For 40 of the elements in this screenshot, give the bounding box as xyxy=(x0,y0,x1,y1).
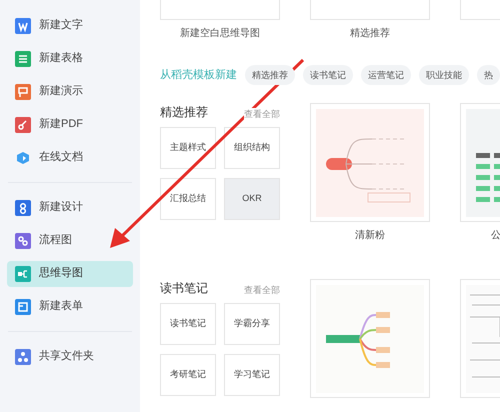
category-tile[interactable]: 考研笔记 xyxy=(160,354,216,396)
design-icon xyxy=(15,200,31,216)
section-heading: 从稻壳模板新建 xyxy=(160,68,237,83)
category-tile[interactable]: 学习笔记 xyxy=(224,354,280,396)
form-icon xyxy=(15,298,31,314)
section-title: 读书笔记 xyxy=(160,280,208,297)
category-chip[interactable]: 精选推荐 xyxy=(245,65,295,85)
flowchart-icon xyxy=(15,232,31,248)
category-chip[interactable]: 职业技能 xyxy=(419,65,469,85)
category-tile[interactable]: 读书笔记 xyxy=(160,303,216,345)
category-chip[interactable]: 热 xyxy=(477,65,500,85)
presentation-icon xyxy=(15,84,31,100)
sidebar-item[interactable]: 新建演示 xyxy=(7,78,133,104)
section-title: 精选推荐 xyxy=(160,104,208,121)
category-chip[interactable]: 读书笔记 xyxy=(303,65,353,85)
category-chip[interactable]: 运营笔记 xyxy=(361,65,411,85)
template-name: 清新粉 xyxy=(355,228,385,243)
category-tile[interactable]: OKR xyxy=(224,178,280,220)
document-icon xyxy=(15,18,31,34)
pdf-icon xyxy=(15,116,31,132)
sidebar-item[interactable]: 新建PDF xyxy=(7,112,133,138)
sidebar-item[interactable]: 新建文字 xyxy=(7,12,133,38)
spreadsheet-icon xyxy=(15,50,31,66)
mind-map-icon xyxy=(15,266,31,282)
sidebar-item[interactable]: 新建表格 xyxy=(7,46,133,72)
category-tile[interactable]: 学霸分享 xyxy=(224,303,280,345)
cube-icon xyxy=(15,150,31,166)
share-folder-icon xyxy=(15,348,31,364)
template-card[interactable] xyxy=(310,279,430,398)
sidebar-item[interactable]: 思维导图 xyxy=(7,260,133,286)
category-tile[interactable]: 主题样式 xyxy=(160,127,216,169)
sidebar-item[interactable]: 新建表单 xyxy=(7,294,133,320)
sidebar-item[interactable]: 流程图 xyxy=(7,228,133,254)
card-label: 精选推荐 xyxy=(350,26,390,41)
category-tile[interactable]: 组织结构 xyxy=(224,127,280,169)
card-label: 新建空白思维导图 xyxy=(180,26,260,41)
sidebar-item[interactable]: 共享文件夹 xyxy=(7,344,133,370)
sidebar-item[interactable]: 新建设计 xyxy=(7,194,133,220)
sidebar-item[interactable]: 在线文档 xyxy=(7,144,133,170)
category-tile[interactable]: 汇报总结 xyxy=(160,178,216,220)
